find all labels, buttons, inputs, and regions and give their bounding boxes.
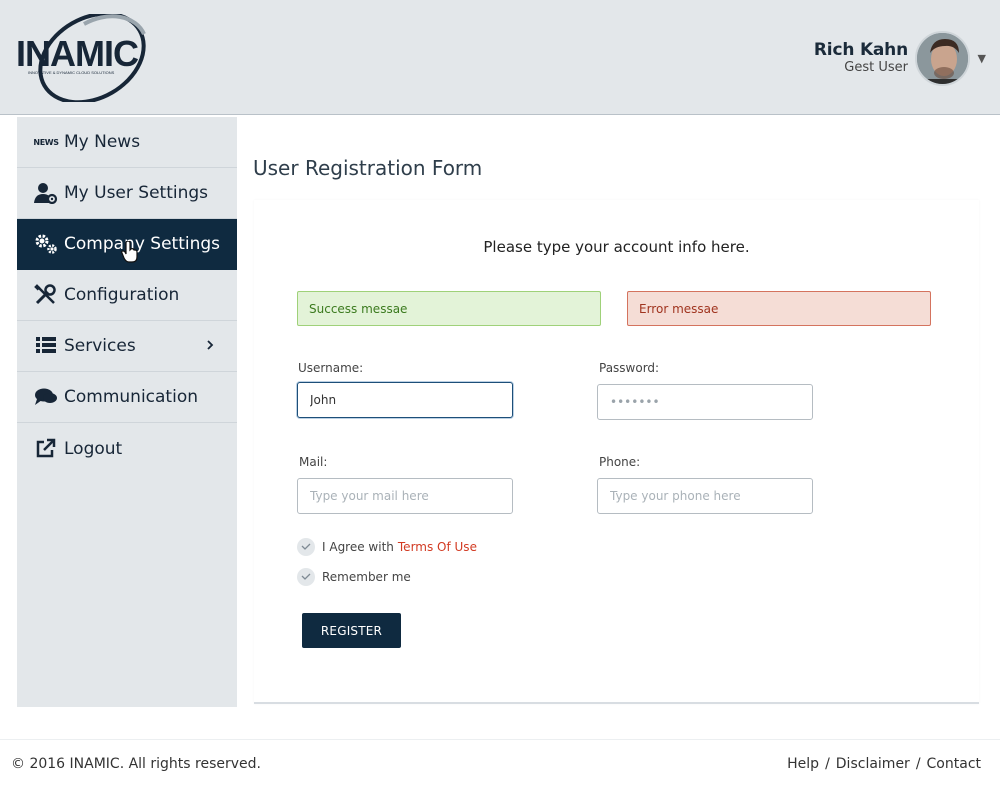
sidebar-item-label: Company Settings bbox=[64, 234, 221, 254]
user-settings-icon bbox=[34, 182, 58, 204]
footer-links: Help / Disclaimer / Contact bbox=[787, 756, 981, 772]
sidebar-item-configuration[interactable]: Configuration bbox=[17, 270, 237, 321]
user-name: Rich Kahn bbox=[813, 40, 908, 60]
sidebar-item-label: My User Settings bbox=[64, 183, 209, 203]
tools-icon bbox=[34, 284, 58, 306]
sidebar-item-my-user-settings[interactable]: My User Settings bbox=[17, 168, 237, 219]
chat-bubbles-icon bbox=[34, 386, 58, 408]
form-intro: Please type your account info here. bbox=[483, 238, 750, 256]
header: INAMIC INNOVATIVE & DYNAMIC CLOUD SOLUTI… bbox=[0, 0, 1000, 115]
sidebar-item-label: My News bbox=[64, 132, 141, 152]
password-label: Password: bbox=[599, 361, 660, 375]
success-alert: Success messae bbox=[297, 291, 601, 326]
sidebar-item-label: Logout bbox=[64, 438, 123, 459]
sidebar: NEWS My News My User Settings Company Se… bbox=[17, 117, 237, 707]
username-input[interactable] bbox=[297, 382, 513, 418]
help-link[interactable]: Help bbox=[787, 756, 819, 772]
footer: © 2016 INAMIC. All rights reserved. Help… bbox=[0, 739, 1000, 790]
page-title: User Registration Form bbox=[253, 156, 483, 180]
remember-checkbox[interactable] bbox=[297, 568, 315, 586]
list-icon bbox=[34, 335, 58, 357]
avatar[interactable] bbox=[915, 31, 970, 86]
logo-text: INAMIC bbox=[16, 33, 139, 74]
sidebar-item-services[interactable]: Services bbox=[17, 321, 237, 372]
hand-cursor-icon bbox=[121, 240, 139, 267]
remember-text: Remember me bbox=[322, 570, 411, 584]
logo-tagline: INNOVATIVE & DYNAMIC CLOUD SOLUTIONS bbox=[28, 70, 115, 75]
agree-checkbox[interactable] bbox=[297, 538, 315, 556]
terms-of-use-link[interactable]: Terms Of Use bbox=[398, 540, 477, 554]
inamic-logo[interactable]: INAMIC INNOVATIVE & DYNAMIC CLOUD SOLUTI… bbox=[14, 11, 169, 105]
mail-label: Mail: bbox=[299, 455, 328, 469]
user-info[interactable]: Rich Kahn Gest User bbox=[814, 40, 908, 76]
copyright: © 2016 INAMIC. All rights reserved. bbox=[11, 756, 261, 772]
sidebar-item-my-news[interactable]: NEWS My News bbox=[17, 117, 237, 168]
registration-form-card: Please type your account info here. Succ… bbox=[254, 200, 979, 704]
contact-link[interactable]: Contact bbox=[927, 756, 981, 772]
agree-text: I Agree with bbox=[322, 540, 394, 554]
error-alert: Error messae bbox=[627, 291, 931, 326]
phone-input[interactable] bbox=[597, 478, 813, 514]
news-icon: NEWS bbox=[33, 137, 59, 147]
mail-input[interactable] bbox=[297, 478, 513, 514]
sidebar-item-communication[interactable]: Communication bbox=[17, 372, 237, 423]
sidebar-item-company-settings[interactable]: Company Settings bbox=[17, 219, 237, 270]
username-label: Username: bbox=[298, 361, 364, 375]
phone-label: Phone: bbox=[599, 455, 641, 469]
disclaimer-link[interactable]: Disclaimer bbox=[836, 756, 910, 772]
agree-terms-row: I Agree with Terms Of Use bbox=[297, 538, 477, 556]
password-input[interactable] bbox=[597, 384, 813, 420]
sidebar-item-label: Services bbox=[64, 336, 136, 356]
footer-separator: / bbox=[825, 756, 830, 772]
sidebar-item-logout[interactable]: Logout bbox=[17, 423, 237, 474]
gears-icon bbox=[34, 233, 58, 255]
footer-separator: / bbox=[915, 756, 921, 772]
user-menu-caret-icon[interactable]: ▼ bbox=[978, 52, 986, 65]
sidebar-item-label: Communication bbox=[64, 387, 198, 407]
register-button[interactable]: REGISTER bbox=[302, 613, 401, 648]
external-link-icon bbox=[34, 438, 58, 460]
chevron-right-icon bbox=[205, 337, 215, 356]
sidebar-item-label: Configuration bbox=[64, 285, 180, 305]
user-role: Gest User bbox=[844, 60, 908, 75]
remember-me-row: Remember me bbox=[297, 568, 411, 586]
